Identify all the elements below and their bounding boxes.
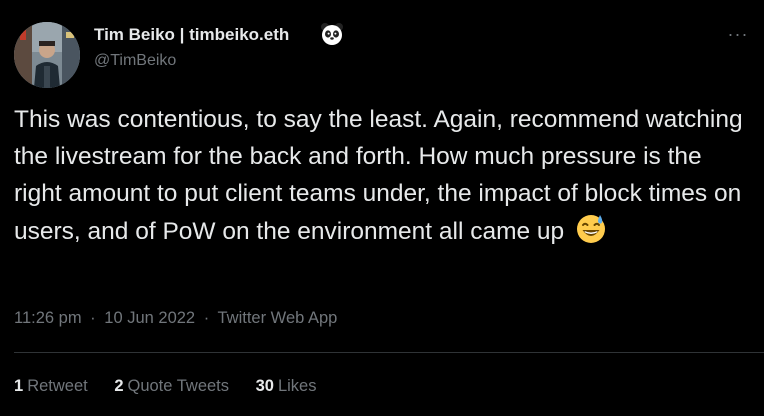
- panda-emoji-icon: [320, 22, 344, 46]
- divider: [14, 352, 764, 353]
- meta-separator: ·: [203, 309, 210, 327]
- quote-tweets-stat[interactable]: 2 Quote Tweets: [114, 377, 229, 396]
- meta-separator: ·: [90, 309, 96, 327]
- grinning-face-with-sweat-emoji-icon: [575, 213, 607, 245]
- likes-label: Likes: [277, 377, 317, 395]
- retweets-stat[interactable]: 1 Retweet: [14, 377, 88, 396]
- author-handle[interactable]: @TimBeiko: [94, 52, 176, 70]
- avatar[interactable]: [14, 22, 80, 88]
- quote-tweets-label: Quote Tweets: [127, 377, 230, 395]
- retweets-count: 1: [14, 377, 24, 395]
- tweet-date[interactable]: 10 Jun 2022: [104, 309, 195, 327]
- quote-tweets-count: 2: [114, 377, 124, 395]
- tweet-meta: 11:26 pm · 10 Jun 2022 · Twitter Web App: [14, 309, 337, 328]
- tweet-card: Tim Beiko | timbeiko.eth @TimBeiko ··· T…: [0, 0, 764, 416]
- author-name[interactable]: Tim Beiko | timbeiko.eth: [94, 25, 289, 45]
- likes-stat[interactable]: 30 Likes: [256, 377, 317, 396]
- more-options-button[interactable]: ···: [720, 22, 756, 46]
- tweet-time[interactable]: 11:26 pm: [14, 309, 82, 327]
- retweets-label: Retweet: [27, 377, 88, 395]
- tweet-stats: 1 Retweet 2 Quote Tweets 30 Likes: [14, 377, 339, 396]
- tweet-source[interactable]: Twitter Web App: [218, 309, 338, 327]
- more-icon: ···: [727, 24, 749, 44]
- tweet-body: This was contentious, to say the least. …: [14, 106, 743, 245]
- avatar-photo: [14, 22, 80, 88]
- likes-count: 30: [255, 377, 274, 395]
- tweet-text: This was contentious, to say the least. …: [14, 101, 754, 250]
